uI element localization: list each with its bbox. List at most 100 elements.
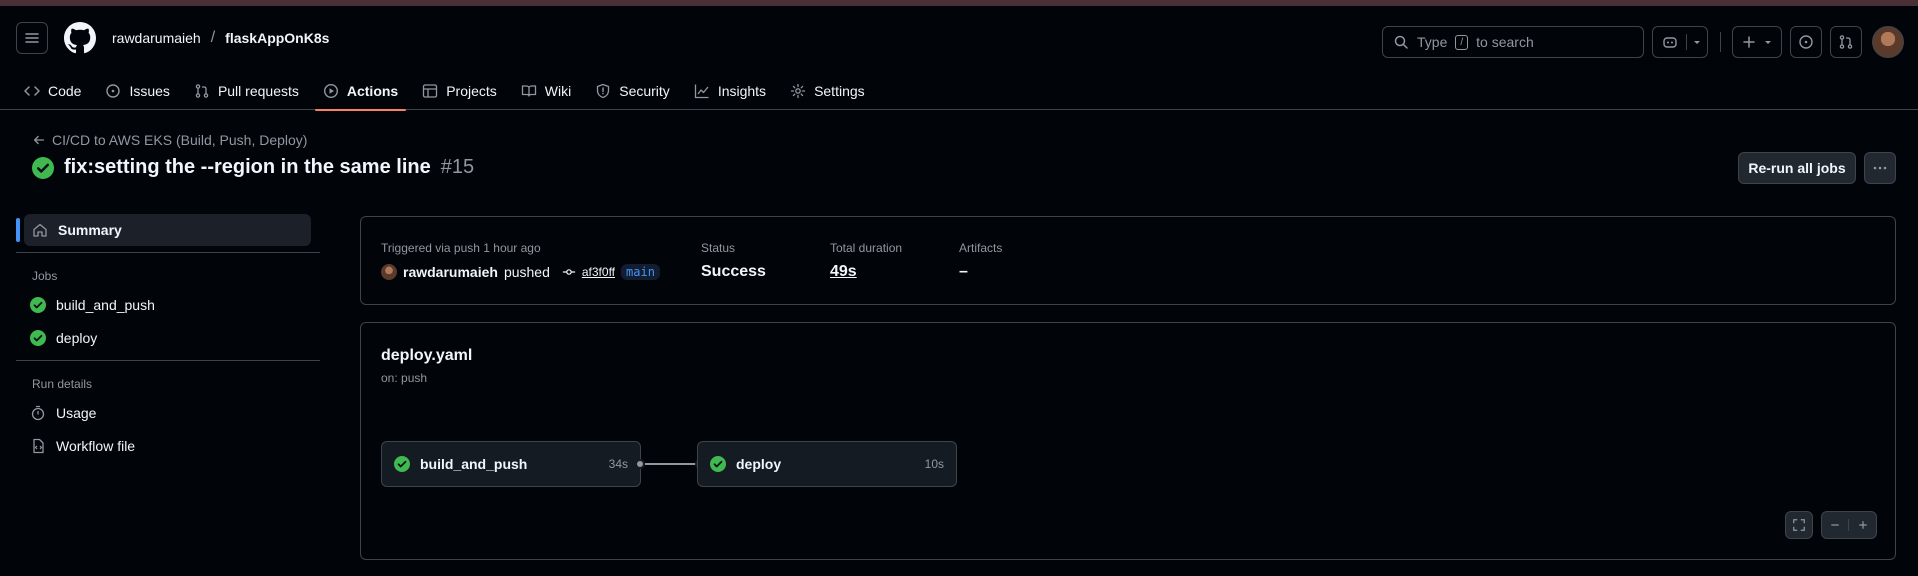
run-summary-card: Triggered via push 1 hour ago rawdarumai… — [360, 216, 1896, 305]
github-logo-icon[interactable] — [64, 22, 96, 54]
sidebar-item-label: Summary — [58, 222, 122, 238]
tab-label: Issues — [129, 83, 170, 99]
tab-insights[interactable]: Insights — [686, 72, 774, 110]
sidebar-item-usage[interactable]: Usage — [16, 397, 320, 429]
run-sidebar: Summary Jobs build_and_push deploy Run d… — [16, 214, 320, 463]
tab-settings[interactable]: Settings — [782, 72, 873, 110]
breadcrumb: rawdarumaieh / flaskAppOnK8s — [112, 29, 329, 47]
duration-label: Total duration — [830, 241, 903, 255]
issue-icon — [1798, 34, 1814, 50]
stopwatch-icon — [30, 405, 46, 421]
search-placeholder-suffix: to search — [1476, 34, 1534, 50]
table-icon — [422, 83, 438, 99]
connector-dot — [635, 459, 645, 469]
tab-wiki[interactable]: Wiki — [513, 72, 579, 110]
workflow-name: CI/CD to AWS EKS (Build, Push, Deploy) — [52, 132, 308, 148]
repo-header: rawdarumaieh / flaskAppOnK8s Type / to s… — [0, 6, 1918, 111]
workflow-file-name: deploy.yaml — [381, 347, 473, 364]
artifacts-value: – — [959, 263, 968, 280]
run-title: fix:setting the --region in the same lin… — [32, 156, 474, 179]
duration-value[interactable]: 49s — [830, 263, 857, 281]
sidebar-item-label: Workflow file — [56, 438, 136, 454]
search-icon — [1393, 34, 1409, 50]
commit-icon — [562, 265, 576, 279]
tab-pull-requests[interactable]: Pull requests — [186, 72, 307, 110]
pull-request-icon — [1838, 34, 1854, 50]
run-details-heading: Run details — [32, 377, 93, 391]
sidebar-job-build-and-push[interactable]: build_and_push — [16, 289, 320, 321]
code-icon — [24, 83, 40, 99]
breadcrumb-separator: / — [210, 29, 216, 46]
tab-projects[interactable]: Projects — [414, 72, 505, 110]
more-options-button[interactable] — [1864, 152, 1896, 184]
issues-shortcut-button[interactable] — [1790, 26, 1822, 58]
file-code-icon — [30, 438, 46, 454]
status-value: Success — [701, 263, 766, 280]
hamburger-icon — [24, 30, 40, 46]
search-placeholder-prefix: Type — [1417, 34, 1448, 50]
zoom-controls — [1821, 511, 1877, 539]
shield-icon — [595, 83, 611, 99]
status-label: Status — [701, 241, 736, 255]
rerun-all-jobs-button[interactable]: Re-run all jobs — [1738, 152, 1856, 184]
tab-label: Security — [619, 83, 670, 99]
sidebar-divider — [16, 360, 320, 361]
sidebar-divider — [16, 252, 320, 253]
tab-label: Projects — [446, 83, 497, 99]
job-duration: 10s — [924, 457, 944, 471]
sidebar-item-label: build_and_push — [56, 297, 155, 313]
gear-icon — [790, 83, 806, 99]
copilot-icon[interactable] — [1653, 34, 1687, 50]
issue-icon — [105, 83, 121, 99]
workflow-graph-card: deploy.yaml on: push build_and_push 34s … — [360, 322, 1896, 560]
tab-issues[interactable]: Issues — [97, 72, 177, 110]
tab-actions[interactable]: Actions — [314, 72, 407, 111]
user-avatar[interactable] — [1872, 26, 1904, 58]
push-action: pushed — [503, 264, 550, 280]
run-title-text: fix:setting the --region in the same lin… — [64, 156, 431, 178]
search-input[interactable]: Type / to search — [1382, 26, 1644, 58]
arrow-left-icon — [32, 133, 46, 147]
chevron-down-icon — [1763, 37, 1773, 47]
job-name: build_and_push — [420, 456, 528, 472]
menu-button[interactable] — [16, 22, 48, 54]
tab-label: Wiki — [544, 83, 572, 99]
repo-nav-tabs: Code Issues Pull requests Actions Projec… — [16, 72, 881, 111]
workflow-trigger: on: push — [381, 371, 428, 385]
graph-job-deploy[interactable]: deploy 10s — [697, 441, 957, 487]
create-new-button[interactable] — [1732, 26, 1782, 58]
sidebar-job-deploy[interactable]: deploy — [16, 322, 320, 354]
graph-icon — [694, 83, 710, 99]
actor-name[interactable]: rawdarumaieh — [403, 264, 498, 280]
zoom-out-icon[interactable] — [1822, 519, 1849, 531]
artifacts-label: Artifacts — [959, 241, 1003, 255]
success-check-icon — [30, 330, 46, 346]
workflow-back-link[interactable]: CI/CD to AWS EKS (Build, Push, Deploy) — [32, 132, 307, 148]
branch-badge[interactable]: main — [621, 264, 660, 280]
zoom-in-icon[interactable] — [1849, 519, 1876, 531]
jobs-heading: Jobs — [32, 269, 58, 283]
graph-connector — [645, 463, 701, 465]
tab-label: Code — [48, 83, 82, 99]
success-check-icon — [394, 456, 410, 472]
success-check-icon — [32, 156, 54, 179]
sidebar-item-workflow-file[interactable]: Workflow file — [16, 430, 320, 462]
repo-name-link[interactable]: flaskAppOnK8s — [225, 30, 329, 46]
commit-sha-link[interactable]: af3f0ff — [582, 265, 615, 279]
kebab-horizontal-icon — [1872, 160, 1888, 176]
repo-owner-link[interactable]: rawdarumaieh — [112, 30, 201, 46]
pull-requests-shortcut-button[interactable] — [1830, 26, 1862, 58]
plus-icon — [1741, 34, 1757, 50]
sidebar-item-summary[interactable]: Summary — [16, 214, 311, 246]
success-check-icon — [30, 297, 46, 313]
tab-label: Insights — [717, 83, 767, 99]
graph-job-build-and-push[interactable]: build_and_push 34s — [381, 441, 641, 487]
tab-code[interactable]: Code — [16, 72, 89, 110]
fullscreen-button[interactable] — [1785, 511, 1813, 539]
actor-avatar[interactable] — [381, 264, 397, 280]
tab-security[interactable]: Security — [587, 72, 678, 110]
copilot-button[interactable] — [1652, 26, 1708, 58]
job-duration: 34s — [608, 457, 628, 471]
chevron-down-icon[interactable] — [1687, 37, 1707, 47]
home-icon — [32, 222, 48, 238]
